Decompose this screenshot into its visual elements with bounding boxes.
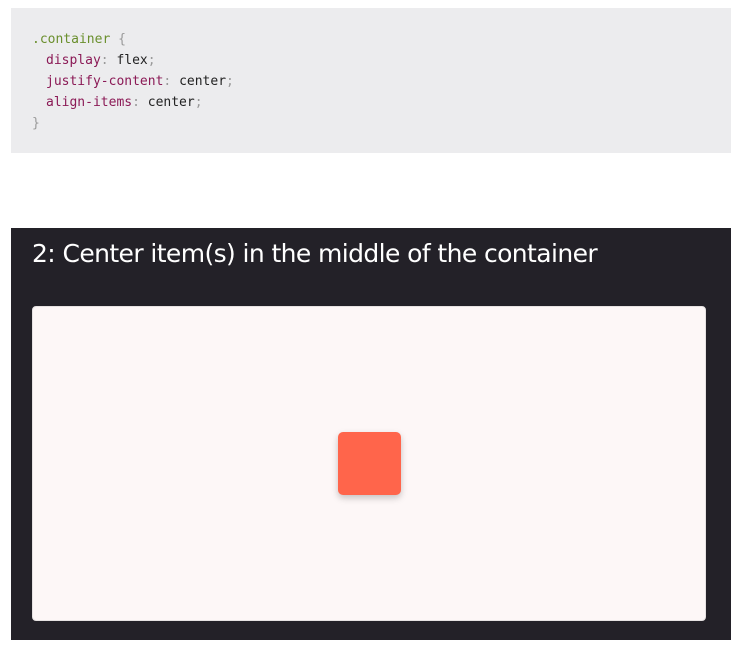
css-value: center [147,95,195,110]
semicolon: ; [226,74,234,89]
demo-panel: 2: Center item(s) in the middle of the c… [11,228,731,640]
css-property: justify-content [46,74,164,89]
code-line-declaration: justify-content: center; [32,71,731,92]
demo-title: 2: Center item(s) in the middle of the c… [32,239,598,268]
colon: : [132,95,140,110]
flex-container [32,306,706,621]
code-line-close: } [32,113,731,134]
css-code-block: .container { display: flex; justify-cont… [11,8,731,153]
colon: : [100,53,109,68]
open-brace: { [118,32,126,47]
css-property: align-items [46,95,133,110]
colon: : [163,74,172,89]
css-value: flex [116,53,148,68]
css-selector: .container [32,32,111,47]
code-line-selector: .container { [32,29,731,50]
code-line-declaration: display: flex; [32,50,731,71]
code-line-declaration: align-items: center; [32,92,731,113]
close-brace: } [32,116,40,131]
centered-item [337,432,401,495]
css-property: display [46,53,101,68]
css-value: center [179,74,227,89]
semicolon: ; [194,95,203,110]
semicolon: ; [147,53,156,68]
